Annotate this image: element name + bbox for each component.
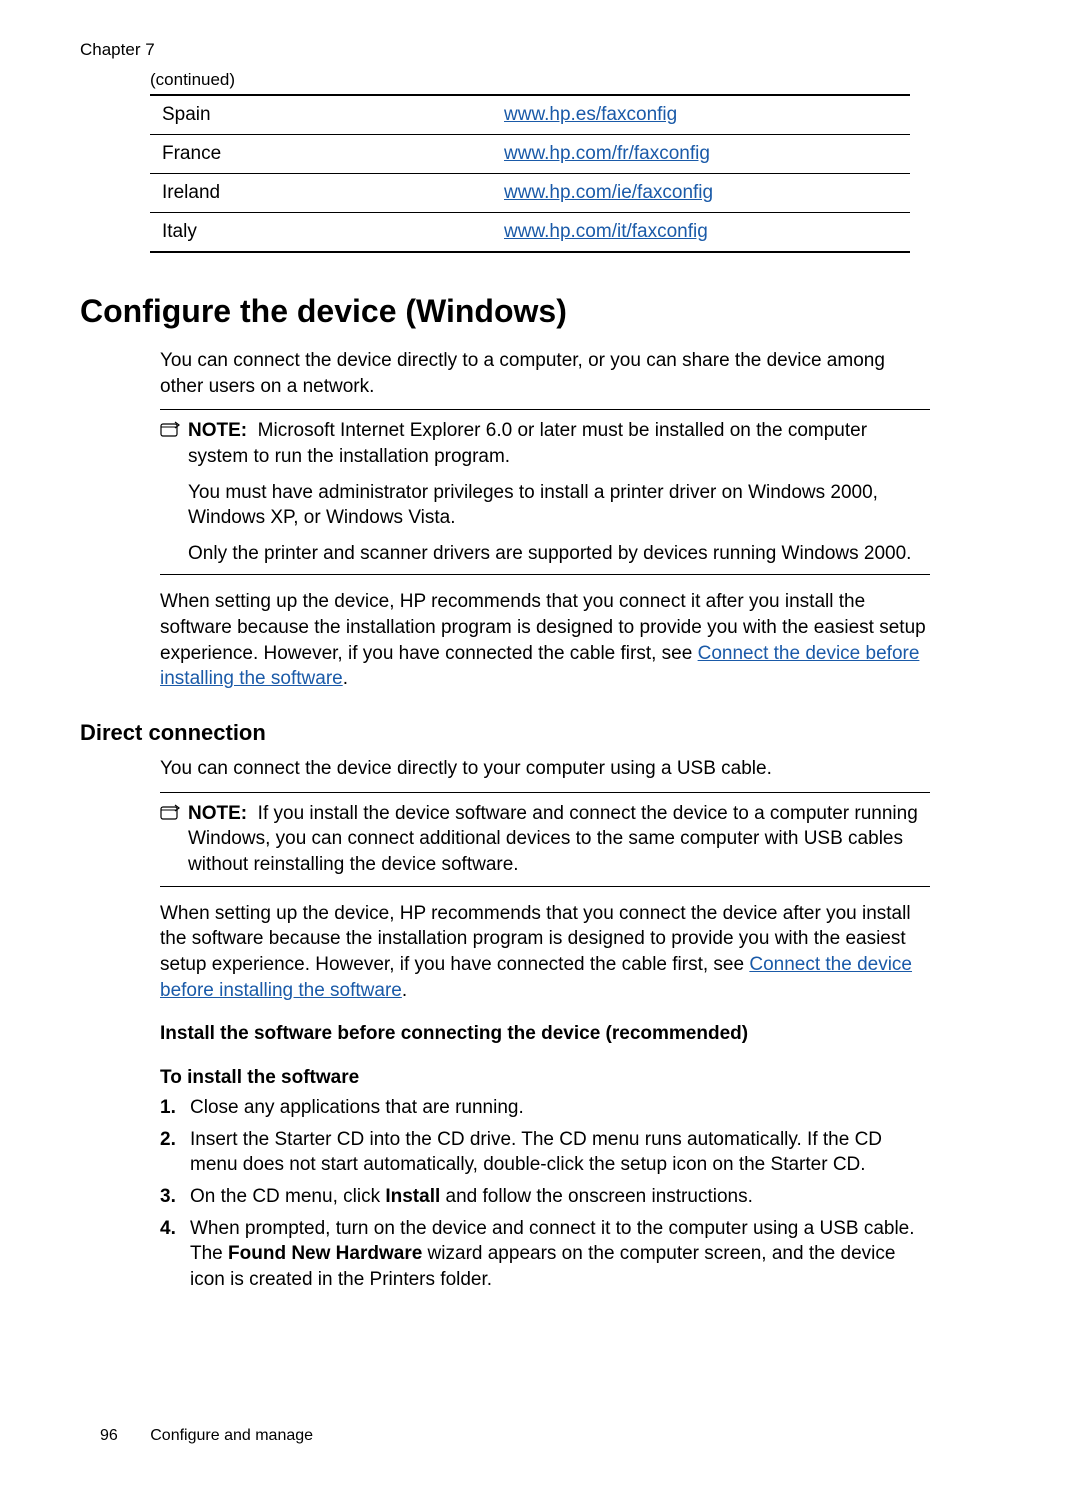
note-icon: [160, 421, 180, 444]
list-item: When prompted, turn on the device and co…: [160, 1216, 930, 1293]
faxconfig-link[interactable]: www.hp.com/it/faxconfig: [504, 221, 708, 242]
note-text: Microsoft Internet Explorer 6.0 or later…: [188, 420, 867, 467]
page-number: 96: [100, 1427, 118, 1444]
country-cell: Spain: [150, 95, 492, 135]
step-text: Insert the Starter CD into the CD drive.…: [190, 1127, 930, 1178]
section-title: Configure the device (Windows): [80, 293, 1000, 330]
list-item: Insert the Starter CD into the CD drive.…: [160, 1127, 930, 1178]
note-text: If you install the device software and c…: [188, 803, 918, 875]
page-footer: 96 Configure and manage: [100, 1427, 313, 1445]
table-row: Spain www.hp.es/faxconfig: [150, 95, 910, 135]
table-row: Ireland www.hp.com/ie/faxconfig: [150, 174, 910, 213]
table-row: Italy www.hp.com/it/faxconfig: [150, 213, 910, 253]
note-text: You must have administrator privileges t…: [188, 480, 930, 531]
country-cell: France: [150, 135, 492, 174]
country-url-table: Spain www.hp.es/faxconfig France www.hp.…: [150, 94, 910, 253]
intro-paragraph: You can connect the device directly to a…: [160, 348, 930, 399]
to-install-heading: To install the software: [160, 1067, 1000, 1089]
chapter-label: Chapter 7: [80, 40, 1000, 60]
footer-title: Configure and manage: [150, 1427, 313, 1444]
note-label: NOTE:: [188, 803, 247, 824]
direct-intro: You can connect the device directly to y…: [160, 756, 930, 782]
continued-label: (continued): [150, 70, 1000, 90]
list-item: On the CD menu, click Install and follow…: [160, 1184, 930, 1210]
body-text: .: [343, 668, 348, 689]
install-steps: Close any applications that are running.…: [160, 1095, 930, 1292]
direct-connection-heading: Direct connection: [80, 720, 1000, 746]
faxconfig-link[interactable]: www.hp.es/faxconfig: [504, 104, 677, 125]
intro-text: You can connect the device directly to a…: [160, 348, 930, 399]
note-content: NOTE: If you install the device software…: [188, 801, 930, 878]
note-icon: [160, 804, 180, 827]
install-heading: Install the software before connecting t…: [160, 1023, 1000, 1045]
faxconfig-link[interactable]: www.hp.com/ie/faxconfig: [504, 182, 713, 203]
url-cell: www.hp.es/faxconfig: [492, 95, 910, 135]
body-paragraph: When setting up the device, HP recommend…: [160, 589, 930, 692]
url-cell: www.hp.com/fr/faxconfig: [492, 135, 910, 174]
url-cell: www.hp.com/ie/faxconfig: [492, 174, 910, 213]
faxconfig-link[interactable]: www.hp.com/fr/faxconfig: [504, 143, 710, 164]
country-cell: Italy: [150, 213, 492, 253]
note-text: Only the printer and scanner drivers are…: [188, 541, 930, 567]
body-paragraph: When setting up the device, HP recommend…: [160, 901, 930, 1004]
note-block: NOTE: If you install the device software…: [160, 792, 930, 887]
table-row: France www.hp.com/fr/faxconfig: [150, 135, 910, 174]
body-text: .: [402, 980, 407, 1001]
step-text: When prompted, turn on the device and co…: [190, 1216, 930, 1293]
url-cell: www.hp.com/it/faxconfig: [492, 213, 910, 253]
note-content: NOTE: Microsoft Internet Explorer 6.0 or…: [188, 418, 930, 566]
step-text: Close any applications that are running.: [190, 1095, 930, 1121]
list-item: Close any applications that are running.: [160, 1095, 930, 1121]
step-text: On the CD menu, click Install and follow…: [190, 1184, 930, 1210]
note-label: NOTE:: [188, 420, 247, 441]
country-cell: Ireland: [150, 174, 492, 213]
body-text: You can connect the device directly to y…: [160, 756, 930, 782]
note-block: NOTE: Microsoft Internet Explorer 6.0 or…: [160, 409, 930, 575]
